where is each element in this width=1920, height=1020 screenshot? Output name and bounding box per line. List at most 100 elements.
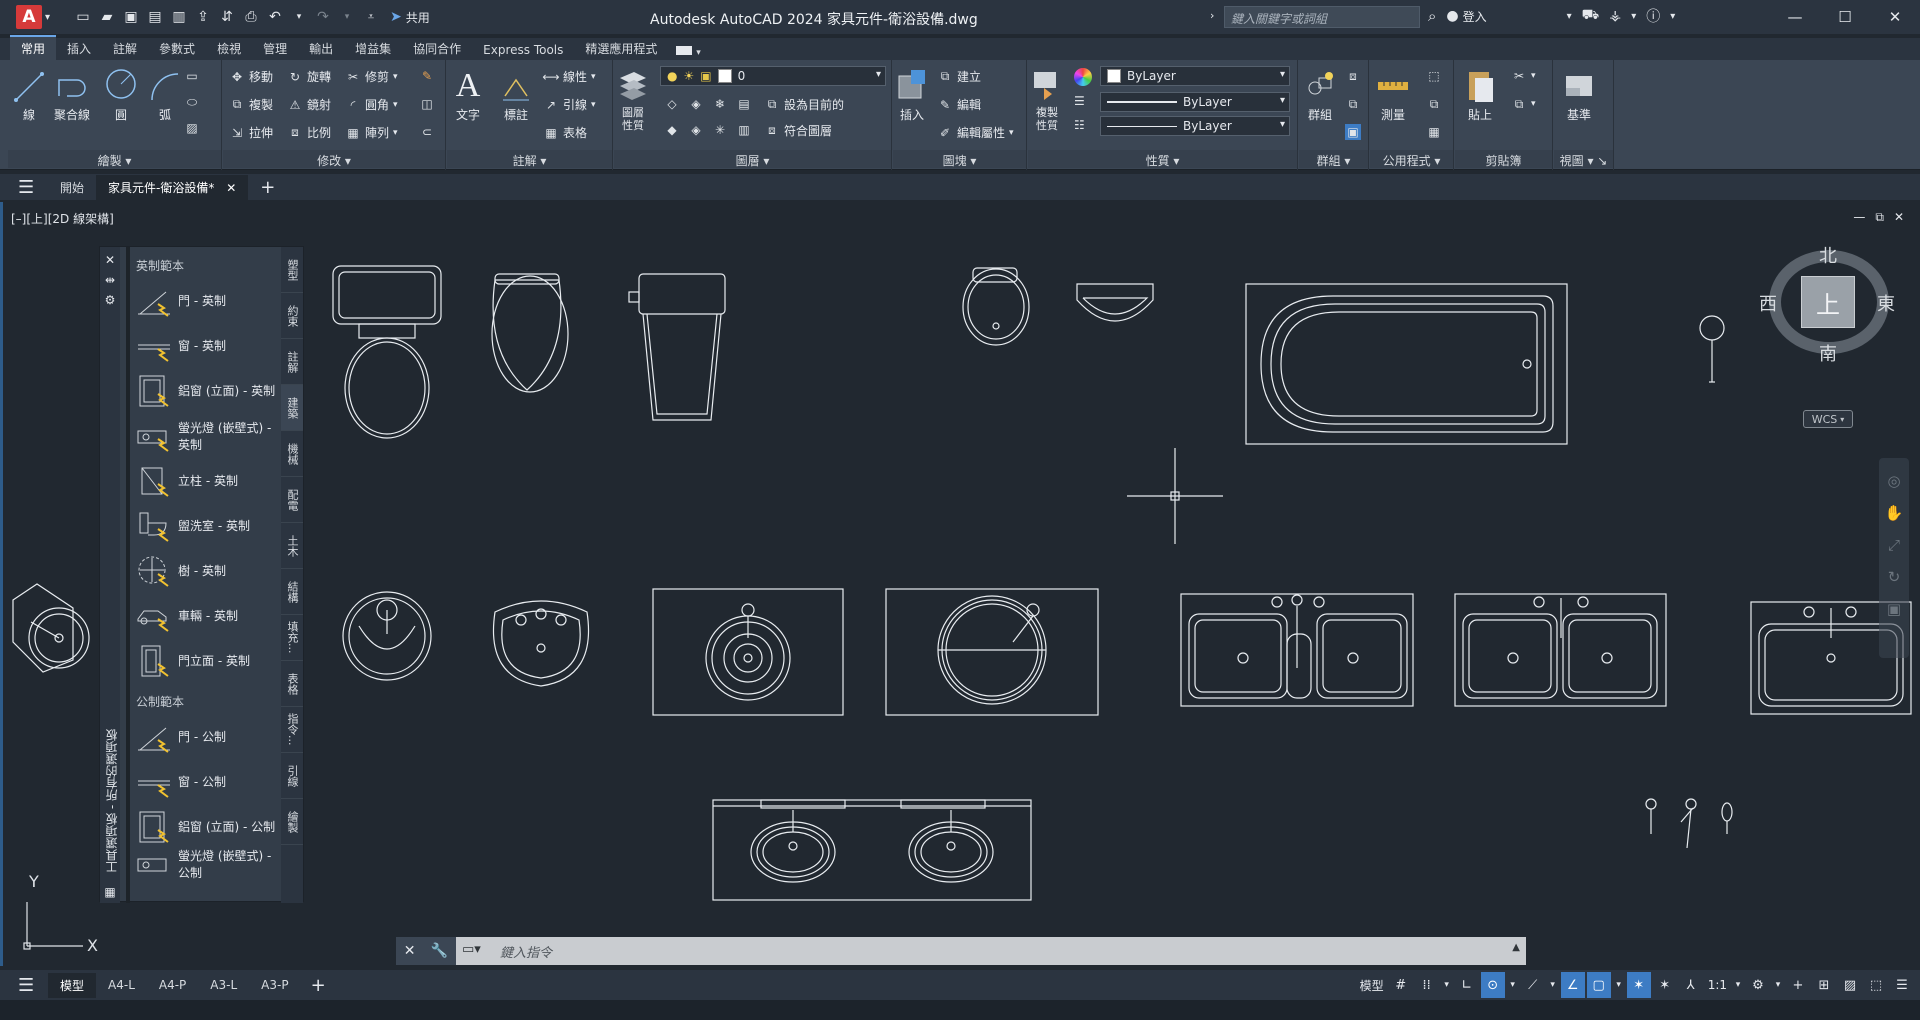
redo-dropdown-icon[interactable]: ▾: [336, 6, 358, 28]
edit-attributes-button[interactable]: ✐ 編輯屬性 ▾: [937, 124, 1014, 141]
upload-icon[interactable]: ⇪: [192, 6, 214, 28]
redo-icon[interactable]: ↷: [312, 6, 334, 28]
palette-item-column-imperial[interactable]: 立柱 - 英制: [130, 458, 276, 503]
snap-icon[interactable]: ⁞⁞: [1415, 972, 1439, 998]
palette-item-window-metric[interactable]: 窗 - 公制: [130, 759, 276, 804]
steering-wheel-icon[interactable]: ◎: [1887, 472, 1900, 490]
customize-menu-icon[interactable]: ☰: [1890, 972, 1914, 998]
palette-tab-annotation[interactable]: 註解: [281, 339, 303, 385]
tab-home[interactable]: 常用: [10, 35, 57, 60]
group-button[interactable]: 群組: [1303, 66, 1337, 123]
customize-toolbar-icon[interactable]: ⩡: [360, 6, 382, 28]
array-button[interactable]: ▦ 陣列 ▾: [345, 124, 397, 141]
palette-item-aluminum-window-metric[interactable]: 鋁窗 (立面) - 公制: [130, 804, 276, 849]
copy-clip-button[interactable]: ⧉ ▾: [1511, 96, 1536, 112]
erase-button[interactable]: ✎: [419, 68, 435, 84]
palette-tab-architecture[interactable]: 建築: [281, 385, 303, 431]
text-button[interactable]: A 文字: [451, 66, 485, 123]
tab-start[interactable]: 開始: [48, 175, 96, 200]
chevron-down-icon[interactable]: ▾: [1631, 11, 1636, 22]
ortho-icon[interactable]: ∟: [1455, 972, 1479, 998]
wcs-menu[interactable]: WCS ▾: [1803, 410, 1853, 428]
palette-tab-civil[interactable]: 土木: [281, 523, 303, 569]
share-button[interactable]: ➤ 共用: [390, 9, 430, 26]
double-sink-symbol-2[interactable]: [1454, 593, 1667, 707]
share-file-icon[interactable]: ⇵: [216, 6, 238, 28]
line-button[interactable]: 線: [12, 66, 46, 123]
chevron-down-icon[interactable]: ▾: [1772, 972, 1784, 998]
leader-button[interactable]: ↗ 引線 ▾: [543, 96, 596, 113]
tab-view[interactable]: 檢視: [206, 37, 252, 60]
object-snap-tracking-icon[interactable]: ∠: [1560, 972, 1585, 998]
palette-menu-icon[interactable]: ▦: [100, 885, 120, 899]
close-icon[interactable]: ✕: [100, 253, 120, 267]
stretch-button[interactable]: ⇲ 拉伸: [229, 124, 273, 141]
polyline-button[interactable]: 聚合線: [54, 66, 90, 123]
new-tab-icon[interactable]: +: [260, 177, 275, 198]
units-icon[interactable]: ⊞: [1812, 972, 1836, 998]
open-folder-icon[interactable]: ▰: [96, 6, 118, 28]
toilet-symbol-2[interactable]: [491, 273, 569, 393]
palette-item-door-elevation-imperial[interactable]: 門立面 - 英制: [130, 638, 276, 683]
chevron-down-icon[interactable]: ▾: [1670, 11, 1675, 22]
compass-west[interactable]: 西: [1759, 290, 1777, 316]
corner-sink-symbol[interactable]: [12, 583, 90, 673]
compass-east[interactable]: 東: [1877, 290, 1895, 316]
application-menu-button[interactable]: A: [16, 5, 42, 29]
tab-layout-a3-l[interactable]: A3-L: [198, 974, 249, 996]
palette-tab-mechanical[interactable]: 機械: [281, 431, 303, 477]
panel-block-title[interactable]: 圖塊 ▾: [893, 150, 1026, 168]
tab-express-tools[interactable]: Express Tools: [472, 40, 574, 60]
panel-clipboard-title[interactable]: 剪貼簿: [1455, 150, 1552, 168]
palette-item-door-metric[interactable]: 門 - 公制: [130, 714, 276, 759]
panel-utilities-title[interactable]: 公用程式 ▾: [1370, 150, 1453, 168]
palette-tab-hatch[interactable]: 填充...: [281, 615, 303, 661]
menu-icon[interactable]: ☰: [18, 975, 48, 996]
faucet-symbols[interactable]: [1645, 798, 1733, 849]
panel-modify-title[interactable]: 修改 ▾: [223, 150, 445, 168]
linear-button[interactable]: ⟷ 線性 ▾: [542, 68, 595, 85]
compass-north[interactable]: 北: [1819, 242, 1837, 268]
workspace-gear-icon[interactable]: ⚙: [1746, 972, 1770, 998]
properties-icon[interactable]: ⚙: [100, 293, 120, 307]
ribbon-display-toggle[interactable]: ▾: [668, 42, 708, 60]
palette-item-restroom-imperial[interactable]: 盥洗室 - 英制: [130, 503, 276, 548]
close-icon[interactable]: ✕: [226, 181, 236, 195]
linetype-dropdown[interactable]: ByLayer ▾: [1100, 116, 1290, 136]
tab-current-drawing[interactable]: 家具元件-衛浴設備* ✕: [96, 174, 249, 200]
autodesk-app-icon[interactable]: ⚶: [1609, 8, 1621, 24]
tab-addins[interactable]: 增益集: [344, 37, 402, 60]
zoom-extents-icon[interactable]: ⤢: [1888, 536, 1900, 554]
palette-tab-draw[interactable]: 繪製: [281, 799, 303, 845]
ungroup-button[interactable]: ⧈: [1345, 68, 1361, 84]
arc-button[interactable]: 弧: [148, 66, 182, 123]
palette-item-aluminum-window-imperial[interactable]: 鋁窗 (立面) - 英制: [130, 368, 276, 413]
select-all-button[interactable]: ⧉: [1426, 96, 1442, 112]
tab-parametric[interactable]: 參數式: [148, 37, 206, 60]
panel-groups-title[interactable]: 群組 ▾: [1299, 150, 1368, 168]
annotation-monitor-icon[interactable]: +: [1786, 972, 1810, 998]
round-sink-symbol-2[interactable]: [492, 600, 590, 687]
palette-item-door-imperial[interactable]: 門 - 英制: [130, 278, 276, 323]
move-button[interactable]: ✥ 移動: [229, 68, 273, 85]
cut-button[interactable]: ✂ ▾: [1511, 68, 1536, 84]
drawing-canvas[interactable]: [–][上][2D 線架構] — ⧉ ✕ Y X ✕ ⇹ ⚙ 工具選項板 - 所…: [0, 202, 1920, 966]
sink-symbol-oval[interactable]: [962, 267, 1030, 346]
tab-featured-apps[interactable]: 精選應用程式: [574, 37, 668, 60]
base-view-button[interactable]: 基準: [1562, 66, 1596, 123]
chevron-down-icon[interactable]: ▾: [1732, 972, 1744, 998]
palette-tab-electrical[interactable]: 配電: [281, 477, 303, 523]
orbit-icon[interactable]: ↻: [1888, 568, 1901, 586]
layer-freeze-icon[interactable]: ❄: [712, 96, 728, 112]
tab-layout-a4-p[interactable]: A4-P: [147, 974, 198, 996]
layer-dropdown[interactable]: ● ☀ ▣ 0 ▾: [660, 66, 886, 86]
layer-unlock-icon[interactable]: ▥: [736, 122, 752, 138]
wrench-icon[interactable]: 🔧: [431, 943, 448, 959]
panel-view-title[interactable]: 視圖 ▾ ↘: [1554, 150, 1613, 168]
help-icon[interactable]: ⓘ: [1646, 6, 1660, 26]
toilet-symbol-1[interactable]: [332, 265, 442, 439]
chevron-up-icon[interactable]: ▲: [1512, 942, 1520, 953]
sign-in-button[interactable]: ● 登入: [1446, 8, 1486, 25]
tab-annotate[interactable]: 註解: [102, 37, 148, 60]
cart-icon[interactable]: ⛟: [1582, 7, 1600, 25]
